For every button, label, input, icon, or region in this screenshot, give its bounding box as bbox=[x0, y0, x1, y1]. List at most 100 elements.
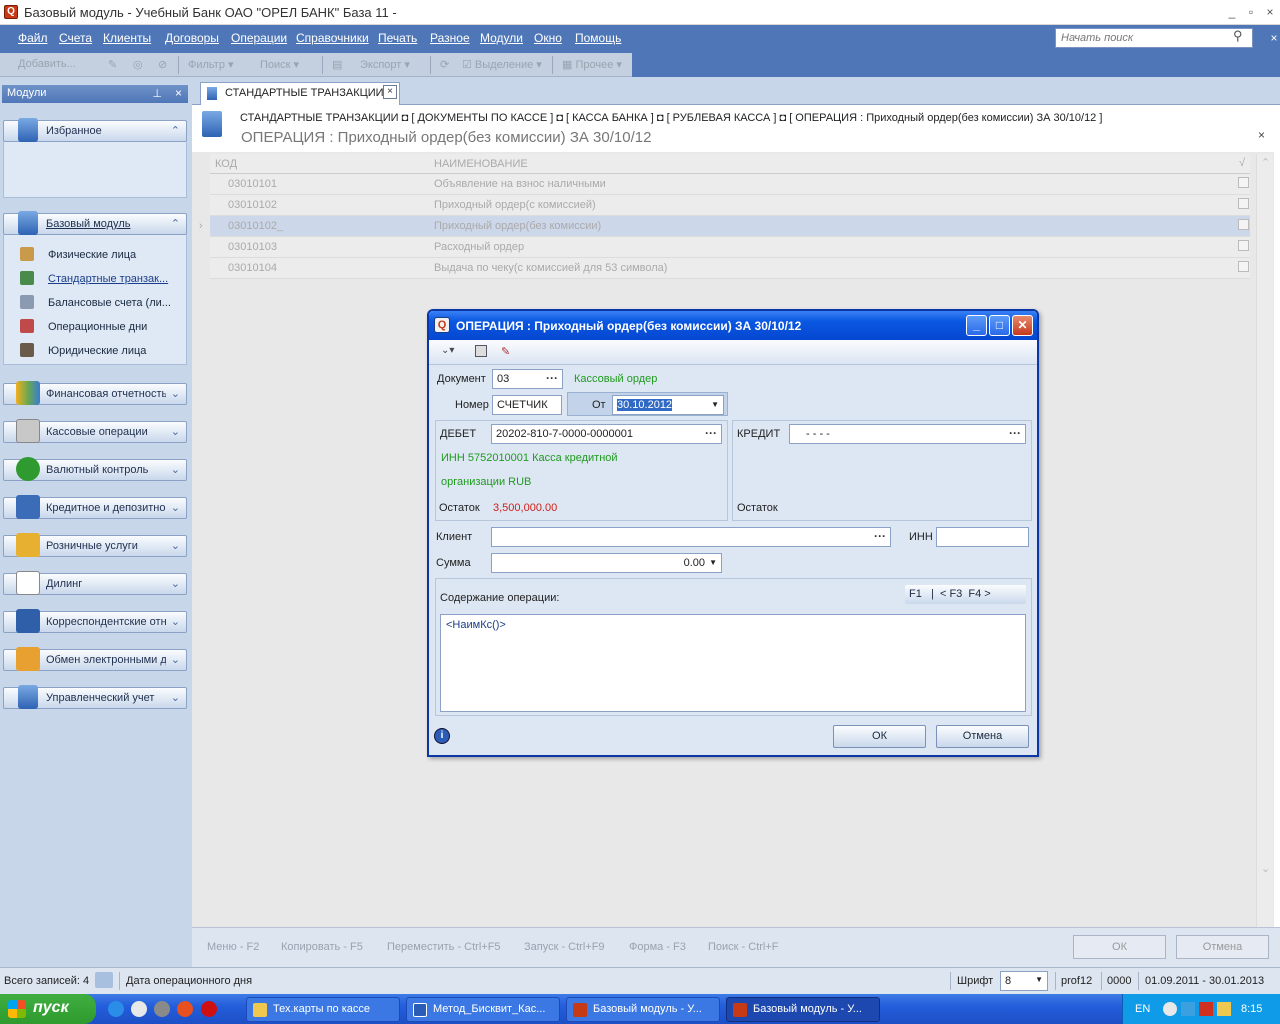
info-icon[interactable]: i bbox=[434, 728, 450, 744]
sidebar-item-op-days[interactable]: Операционные дни bbox=[20, 319, 180, 333]
date-input[interactable]: 30.10.2012 ▼ bbox=[612, 395, 724, 415]
tab-standard-transactions[interactable]: СТАНДАРТНЫЕ ТРАНЗАКЦИИ bbox=[200, 82, 400, 105]
task-base-module-1[interactable]: Базовый модуль - У... bbox=[566, 997, 720, 1022]
dialog-maximize-button[interactable]: □ bbox=[989, 315, 1010, 336]
inn-input[interactable] bbox=[936, 527, 1029, 547]
sidebar-item-individuals[interactable]: Физические лица bbox=[20, 247, 180, 261]
mail-icon[interactable] bbox=[154, 1001, 170, 1017]
chevron-down-icon[interactable]: ⌄ bbox=[171, 691, 180, 704]
chevron-down-icon[interactable]: ⌄ bbox=[171, 425, 180, 438]
table-row[interactable]: 03010104 Выдача по чеку(с комиссией для 5… bbox=[210, 258, 1250, 279]
content-textarea[interactable]: <НаимКс()> bbox=[440, 614, 1026, 712]
fkey-run[interactable]: Запуск - Ctrl+F9 bbox=[524, 941, 605, 953]
more-icon[interactable]: ··· bbox=[1009, 426, 1021, 440]
edit-icon[interactable]: ✎ bbox=[108, 58, 117, 71]
export-button[interactable]: Экспорт ▾ bbox=[360, 58, 410, 71]
opera-icon[interactable] bbox=[201, 1001, 217, 1017]
font-size-select[interactable]: 8 ▼ bbox=[1000, 971, 1048, 991]
chevron-down-icon[interactable]: ⌄ bbox=[171, 501, 180, 514]
menu-operations[interactable]: Операции bbox=[231, 31, 287, 45]
row-checkbox[interactable] bbox=[1238, 177, 1249, 188]
col-name[interactable]: НАИМЕНОВАНИЕ bbox=[434, 158, 528, 170]
chevron-down-icon[interactable]: ⌄ bbox=[171, 653, 180, 666]
view-icon[interactable]: ◎ bbox=[133, 58, 143, 71]
menu-modules[interactable]: Модули bbox=[480, 31, 523, 45]
chevron-down-icon[interactable]: ⌄ bbox=[171, 577, 180, 590]
credit-account-input[interactable]: - - - - ··· bbox=[789, 424, 1026, 444]
menu-contracts[interactable]: Договоры bbox=[165, 31, 219, 45]
number-input[interactable]: СЧЕТЧИК bbox=[492, 395, 562, 415]
tray-icon[interactable] bbox=[1163, 1002, 1177, 1016]
vertical-scrollbar[interactable]: ⌃ ⌄ bbox=[1256, 154, 1273, 927]
tray-icon[interactable] bbox=[1181, 1002, 1195, 1016]
dialog-cancel-button[interactable]: Отмена bbox=[936, 725, 1029, 748]
ok-button[interactable]: ОК bbox=[1073, 935, 1166, 959]
col-check[interactable]: √ bbox=[1239, 157, 1245, 169]
module-credit-deposit[interactable]: Кредитное и депозитное ⌄ bbox=[3, 495, 187, 519]
table-row[interactable]: 03010101 Объявление на взнос наличными bbox=[210, 174, 1250, 195]
module-management[interactable]: Управленческий учет ⌄ bbox=[3, 685, 187, 709]
scroll-up-icon[interactable]: ⌃ bbox=[1261, 156, 1270, 169]
dropdown-menu-icon[interactable]: ⌄▾ bbox=[441, 345, 454, 356]
module-financial-reporting[interactable]: Финансовая отчетность ⌄ bbox=[3, 381, 187, 405]
fkey-menu[interactable]: Меню - F2 bbox=[207, 941, 259, 953]
module-dealing[interactable]: Дилинг ⌄ bbox=[3, 571, 187, 595]
document-input[interactable]: 03 ··· bbox=[492, 369, 563, 389]
menu-references[interactable]: Справочники bbox=[296, 31, 369, 45]
chevron-down-icon[interactable]: ⌄ bbox=[171, 615, 180, 628]
tray-icon[interactable] bbox=[1217, 1002, 1231, 1016]
menu-help[interactable]: Помощь bbox=[575, 31, 621, 45]
print-icon[interactable] bbox=[475, 345, 487, 357]
collapse-icon[interactable]: ⌃ bbox=[171, 124, 180, 137]
row-checkbox[interactable] bbox=[1238, 219, 1249, 230]
modules-close-icon[interactable]: × bbox=[175, 86, 182, 100]
menu-print[interactable]: Печать bbox=[378, 31, 417, 45]
tray-icon[interactable] bbox=[1199, 1002, 1213, 1016]
edit-icon[interactable]: ✎ bbox=[501, 345, 510, 358]
favorites-panel-header[interactable]: Избранное ⌃ bbox=[3, 118, 187, 142]
menu-window[interactable]: Окно bbox=[534, 31, 562, 45]
print-icon[interactable]: ▤ bbox=[332, 58, 342, 71]
module-correspondent[interactable]: Корреспондентские отн ⌄ bbox=[3, 609, 187, 633]
search-icon[interactable]: ⚲ bbox=[1233, 28, 1251, 48]
media-icon[interactable] bbox=[131, 1001, 147, 1017]
calendar-icon[interactable] bbox=[95, 972, 113, 988]
task-word-doc[interactable]: Метод_Бисквит_Кас... bbox=[406, 997, 560, 1022]
chevron-down-icon[interactable]: ⌄ bbox=[171, 539, 180, 552]
language-indicator[interactable]: EN bbox=[1135, 1003, 1150, 1015]
add-button[interactable]: Добавить... bbox=[18, 58, 76, 70]
ie-icon[interactable] bbox=[108, 1001, 124, 1017]
dialog-ok-button[interactable]: ОК bbox=[833, 725, 926, 748]
module-retail-services[interactable]: Розничные услуги ⌄ bbox=[3, 533, 187, 557]
refresh-icon[interactable]: ⟳ bbox=[440, 58, 449, 71]
breadcrumb[interactable]: СТАНДАРТНЫЕ ТРАНЗАКЦИИ ◘ [ ДОКУМЕНТЫ ПО … bbox=[240, 112, 1102, 124]
pin-icon[interactable]: ⊥ bbox=[152, 87, 162, 100]
menu-misc[interactable]: Разное bbox=[430, 31, 470, 45]
find-button[interactable]: Поиск ▾ bbox=[260, 58, 299, 71]
hotkeys-bar[interactable]: F1 | < F3 F4 > bbox=[905, 585, 1026, 604]
maximize-icon[interactable]: ▫ bbox=[1243, 4, 1259, 20]
client-input[interactable]: ··· bbox=[491, 527, 891, 547]
search-input[interactable]: Начать поиск bbox=[1055, 28, 1253, 48]
row-checkbox[interactable] bbox=[1238, 261, 1249, 272]
dialog-close-button[interactable]: ✕ bbox=[1012, 315, 1033, 336]
module-currency-control[interactable]: Валютный контроль ⌄ bbox=[3, 457, 187, 481]
other-button[interactable]: ▦ Прочее ▾ bbox=[562, 58, 622, 71]
base-module-header[interactable]: Базовый модуль ⌃ bbox=[3, 211, 187, 235]
collapse-icon[interactable]: ⌃ bbox=[171, 217, 180, 230]
table-row-selected[interactable]: 03010102_ Приходный ордер(без комиссии) bbox=[210, 216, 1250, 237]
dialog-minimize-button[interactable]: _ bbox=[966, 315, 987, 336]
delete-icon[interactable]: ⊘ bbox=[158, 58, 167, 71]
minimize-icon[interactable]: _ bbox=[1224, 4, 1240, 20]
fkey-move[interactable]: Переместить - Ctrl+F5 bbox=[387, 941, 501, 953]
close-icon[interactable]: × bbox=[1262, 4, 1278, 20]
table-row[interactable]: 03010103 Расходный ордер bbox=[210, 237, 1250, 258]
sidebar-item-balance-accounts[interactable]: Балансовые счета (ли... bbox=[20, 295, 180, 309]
task-base-module-2[interactable]: Базовый модуль - У... bbox=[726, 997, 880, 1022]
fkey-form[interactable]: Форма - F3 bbox=[629, 941, 686, 953]
fkey-search[interactable]: Поиск - Ctrl+F bbox=[708, 941, 779, 953]
menu-file[interactable]: Файл bbox=[18, 31, 48, 45]
chevron-down-icon[interactable]: ▼ bbox=[711, 400, 719, 409]
more-icon[interactable]: ··· bbox=[546, 371, 558, 385]
menu-accounts[interactable]: Счета bbox=[59, 31, 92, 45]
